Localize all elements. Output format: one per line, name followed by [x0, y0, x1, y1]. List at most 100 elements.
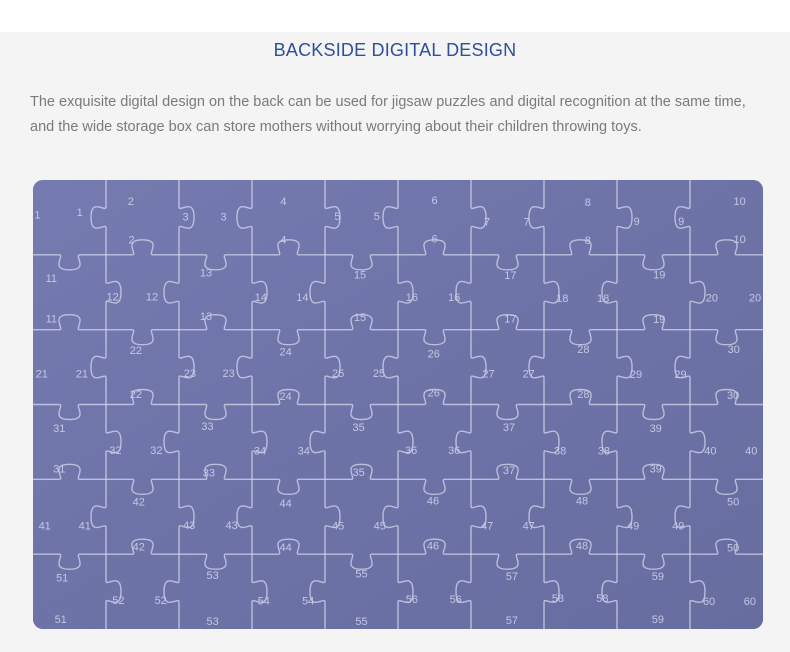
- piece-number: 18: [556, 293, 568, 305]
- piece-number: 49: [672, 521, 684, 533]
- piece-number: 17: [504, 270, 516, 282]
- piece-number: 58: [552, 593, 564, 605]
- piece-number: 52: [155, 595, 167, 607]
- piece-number: 40: [745, 446, 757, 458]
- piece-number: 45: [332, 521, 344, 533]
- piece-number: 48: [576, 496, 588, 508]
- piece-number: 42: [133, 541, 145, 553]
- piece-number: 26: [428, 348, 440, 360]
- piece-number: 43: [225, 520, 237, 532]
- piece-number: 21: [36, 369, 48, 381]
- piece-number: 11: [46, 314, 57, 326]
- piece-number: 22: [130, 389, 142, 401]
- piece-number: 26: [428, 387, 440, 399]
- piece-number: 23: [222, 368, 234, 380]
- piece-number: 44: [279, 542, 291, 554]
- piece-number: 47: [523, 521, 535, 533]
- piece-number: 50: [727, 497, 739, 509]
- piece-number: 24: [279, 391, 291, 403]
- piece-number: 17: [504, 313, 516, 325]
- piece-number: 9: [678, 216, 684, 228]
- piece-number: 20: [749, 293, 761, 305]
- piece-number: 21: [76, 369, 88, 381]
- piece-number: 37: [503, 422, 515, 434]
- piece-number: 10: [733, 196, 745, 208]
- piece-number: 55: [355, 568, 367, 580]
- piece-number: 37: [503, 465, 515, 477]
- piece-number: 3: [183, 211, 189, 223]
- piece-number: 28: [577, 389, 589, 401]
- piece-number: 25: [373, 368, 385, 380]
- piece-number: 23: [184, 368, 196, 380]
- piece-number: 19: [653, 269, 665, 281]
- piece-number: 55: [355, 616, 367, 628]
- piece-number: 33: [201, 421, 213, 433]
- section-title: BACKSIDE DIGITAL DESIGN: [273, 40, 517, 60]
- piece-number: 49: [627, 521, 639, 533]
- piece-number: 14: [296, 292, 308, 304]
- piece-number: 60: [744, 596, 756, 608]
- piece-number: 31: [53, 423, 65, 435]
- piece-number: 15: [354, 269, 366, 281]
- piece-number: 1: [34, 210, 40, 222]
- piece-number: 56: [450, 594, 462, 606]
- piece-number: 32: [150, 445, 162, 457]
- piece-number: 57: [506, 571, 518, 583]
- piece-number: 6: [431, 195, 437, 207]
- piece-number: 33: [203, 468, 215, 480]
- piece-number: 1: [77, 207, 83, 219]
- piece-number: 31: [53, 464, 65, 476]
- piece-number: 41: [79, 521, 91, 533]
- piece-number: 2: [129, 235, 135, 247]
- piece-number: 24: [279, 347, 291, 359]
- piece-number: 28: [577, 344, 589, 356]
- piece-number: 47: [481, 521, 493, 533]
- piece-number: 18: [597, 293, 609, 305]
- piece-number: 15: [354, 312, 366, 324]
- piece-number: 46: [427, 496, 439, 508]
- piece-number: 53: [206, 616, 218, 628]
- piece-number: 32: [109, 445, 121, 457]
- piece-number: 39: [650, 464, 662, 476]
- piece-number: 53: [206, 570, 218, 582]
- puzzle-back-image: 1 1223 3445 5667 7889 91010111112 12131314 1415…: [33, 180, 763, 629]
- piece-number: 52: [112, 595, 124, 607]
- piece-number: 42: [133, 497, 145, 509]
- piece-number: 38: [554, 446, 566, 458]
- piece-number: 56: [406, 594, 418, 606]
- piece-number: 29: [674, 369, 686, 381]
- piece-number: 54: [258, 595, 270, 607]
- piece-number: 22: [130, 345, 142, 357]
- piece-number: 45: [374, 521, 386, 533]
- piece-number: 59: [652, 571, 664, 583]
- piece-number: 29: [630, 369, 642, 381]
- piece-number: 38: [598, 446, 610, 458]
- piece-number: 19: [653, 314, 665, 326]
- piece-number: 3: [220, 211, 226, 223]
- piece-number: 60: [703, 596, 715, 608]
- piece-number: 43: [183, 520, 195, 532]
- piece-number: 11: [46, 273, 57, 285]
- piece-number: 36: [448, 445, 460, 457]
- piece-number: 41: [39, 521, 51, 533]
- piece-number: 14: [255, 292, 267, 304]
- piece-number: 9: [634, 216, 640, 228]
- piece-number: 51: [56, 572, 68, 584]
- piece-number: 16: [448, 292, 460, 304]
- piece-number: 46: [427, 541, 439, 553]
- piece-number: 34: [254, 446, 266, 458]
- piece-number: 35: [352, 467, 364, 479]
- piece-number: 25: [332, 368, 344, 380]
- piece-number: 13: [200, 311, 212, 323]
- piece-number: 4: [280, 235, 286, 247]
- piece-number: 51: [55, 614, 67, 626]
- piece-number: 34: [298, 446, 310, 458]
- piece-number: 6: [431, 233, 437, 245]
- piece-number: 12: [106, 291, 118, 303]
- piece-number: 48: [576, 541, 588, 553]
- piece-number: 5: [334, 211, 340, 223]
- piece-number: 8: [585, 197, 591, 209]
- piece-number: 8: [585, 235, 591, 247]
- puzzle-photo: 1 1 2 2 3 3 4 4 5 5 6 6 7 7 8 8 9 9 10 10 11 11 12 12 13 13 14 14 15…: [33, 180, 763, 629]
- piece-number: 36: [405, 445, 417, 457]
